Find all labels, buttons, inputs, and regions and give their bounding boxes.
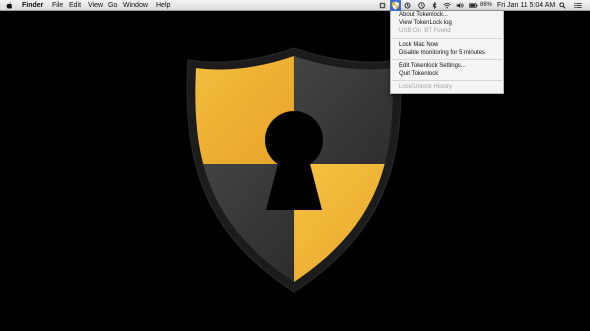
bluetooth-status: BT Found [424, 28, 451, 34]
desktop: Finder File Edit View Go Window Help 86%… [0, 0, 590, 331]
battery-percentage[interactable]: 86% [480, 0, 492, 11]
volume-icon[interactable] [456, 2, 464, 9]
menu-file[interactable]: File [52, 0, 63, 11]
battery-icon[interactable] [469, 2, 478, 9]
spotlight-search-icon[interactable] [559, 2, 566, 9]
edit-settings-item[interactable]: Edit Tokenlock Settings... [399, 62, 466, 70]
quit-tokenlock-item[interactable]: Quit Tokenlock [399, 70, 438, 78]
wifi-icon[interactable] [443, 2, 451, 9]
device-status: USB:On BT Found [399, 27, 451, 35]
menu-bar: Finder File Edit View Go Window Help 86%… [0, 0, 590, 11]
lock-unlock-history-item: Lock/Unlock History [399, 84, 453, 90]
view-log-item[interactable]: View TokenLock log [399, 19, 452, 27]
menu-separator [392, 80, 502, 81]
menu-window[interactable]: Window [123, 0, 148, 11]
menu-go[interactable]: Go [108, 0, 117, 11]
bluetooth-icon[interactable] [431, 2, 438, 9]
app-name-finder[interactable]: Finder [22, 0, 43, 11]
menu-view[interactable]: View [88, 0, 103, 11]
lock-mac-now-item[interactable]: Lock Mac Now [399, 41, 438, 49]
menu-edit[interactable]: Edit [69, 0, 81, 11]
tokenlock-menu: About Tokenlock... View TokenLock log US… [390, 11, 504, 94]
clock[interactable]: Fri Jan 11 5:04 AM [497, 0, 555, 11]
time-machine-icon[interactable] [418, 2, 425, 9]
tokenlock-status-icon[interactable] [390, 0, 401, 11]
tokenlock-shield-logo [186, 47, 402, 293]
menu-help[interactable]: Help [156, 0, 170, 11]
menu-separator [392, 59, 502, 60]
about-tokenlock-item[interactable]: About Tokenlock... [399, 11, 448, 19]
usb-status: USB:On [399, 28, 422, 34]
menu-separator [392, 38, 502, 39]
app-status-icon[interactable] [379, 2, 386, 9]
sync-icon[interactable] [404, 2, 411, 9]
disable-monitoring-item[interactable]: Disable monitoring for 5 minutes [399, 49, 485, 57]
apple-icon[interactable] [6, 2, 13, 9]
notification-center-icon[interactable] [574, 2, 582, 9]
